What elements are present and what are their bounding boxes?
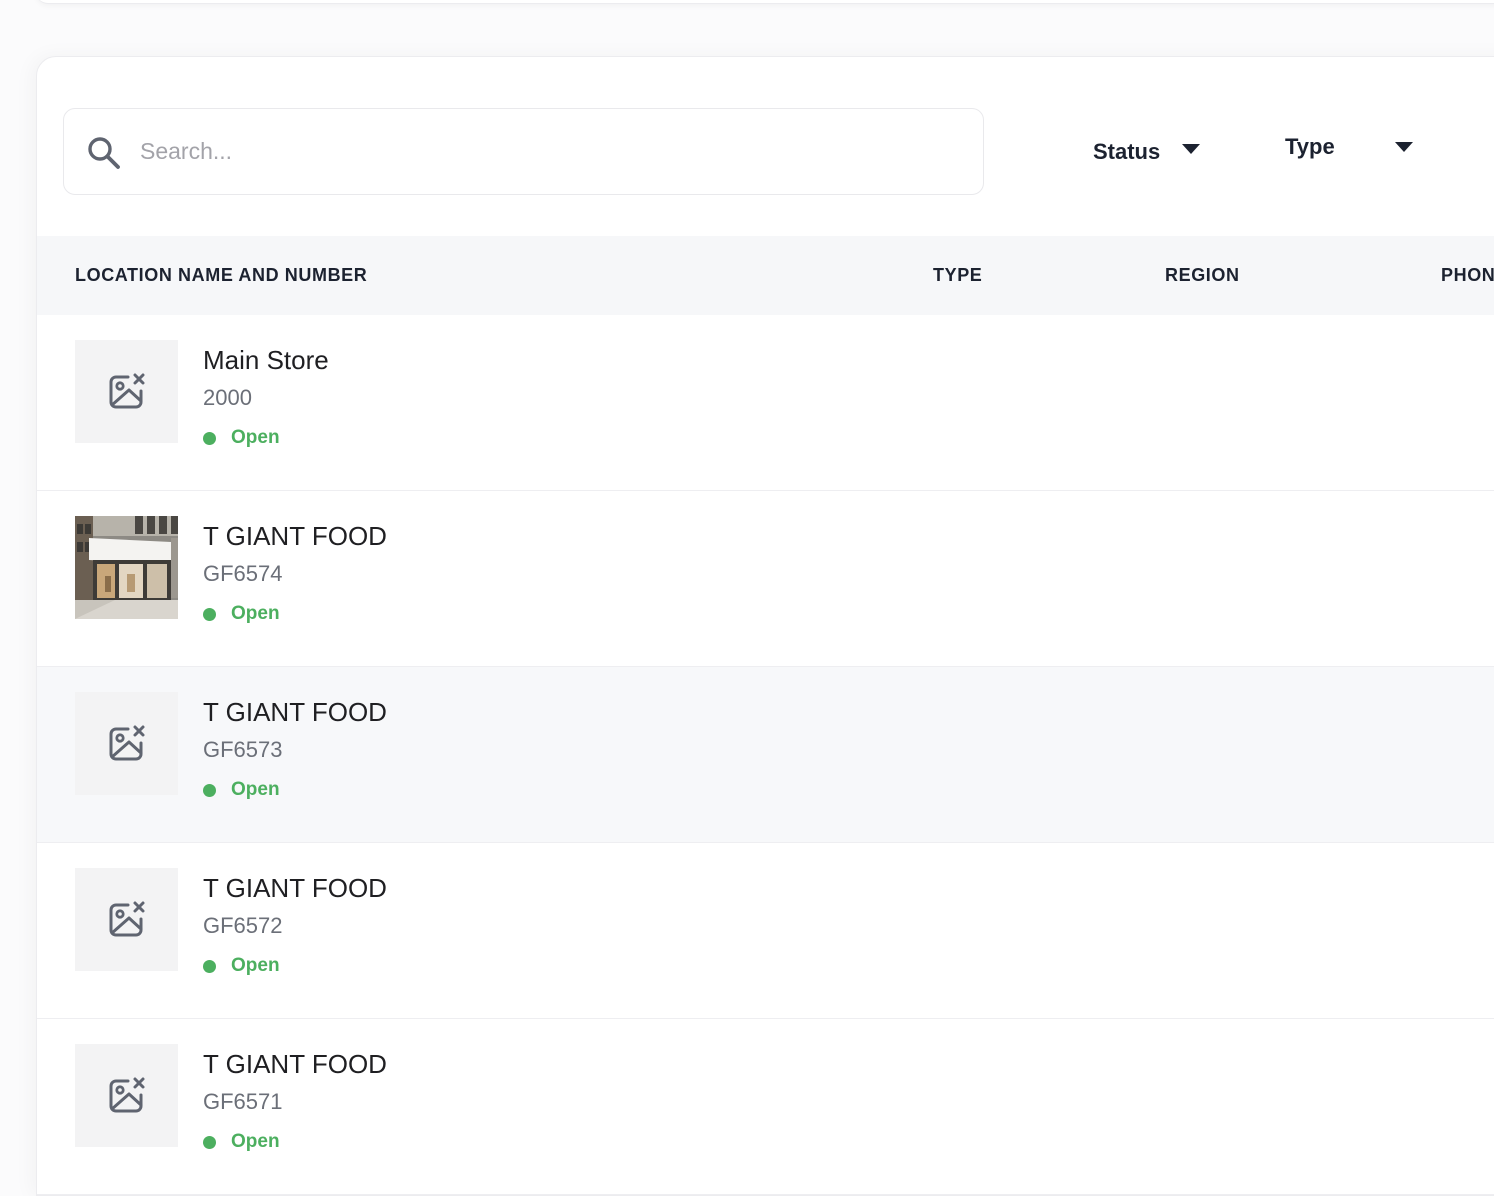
no-image-icon [109,1077,144,1112]
location-number: GF6574 [203,561,283,586]
status-filter-label: Status [1093,139,1161,164]
status-dot-icon [203,431,216,445]
column-header-region[interactable]: REGION [1165,265,1240,286]
location-thumbnail [75,516,178,619]
location-thumbnail [75,1044,178,1147]
status-dot-icon [203,783,216,797]
table-row[interactable]: T GIANT FOOD GF6574 Open [37,491,1494,667]
status-filter-dropdown[interactable]: Status [1093,139,1201,165]
no-image-icon [109,373,144,408]
location-thumbnail [75,340,178,443]
status-label: Open [231,427,280,448]
location-number: 2000 [203,385,252,410]
status-badge: Open [203,955,280,977]
top-card [36,0,1494,4]
status-label: Open [231,779,280,800]
location-name[interactable]: T GIANT FOOD [203,1049,387,1080]
status-badge: Open [203,1131,280,1153]
location-number: GF6573 [203,737,283,762]
status-label: Open [231,603,280,624]
status-label: Open [231,955,280,976]
status-dot-icon [203,1135,216,1149]
caret-down-icon [1394,142,1413,152]
status-dot-icon [203,959,216,973]
caret-down-icon [1182,144,1201,154]
location-name[interactable]: T GIANT FOOD [203,521,387,552]
column-header-phone[interactable]: PHON [1441,265,1494,286]
column-header-type[interactable]: TYPE [933,265,982,286]
locations-panel: Status Type LOCATION NAME AND NUMBER TYP… [36,56,1494,1196]
status-label: Open [231,1131,280,1152]
location-name[interactable]: Main Store [203,345,329,376]
table-row[interactable]: T GIANT FOOD GF6572 Open [37,843,1494,1019]
no-image-icon [109,725,144,760]
search-icon [88,137,120,169]
status-badge: Open [203,603,280,625]
type-filter-dropdown[interactable]: Type [1285,134,1413,160]
no-image-icon [109,901,144,936]
storefront-photo [75,516,178,619]
table-row[interactable]: Main Store 2000 Open [37,315,1494,491]
location-thumbnail [75,868,178,971]
table-row[interactable]: T GIANT FOOD GF6573 Open [37,667,1494,843]
table-row[interactable]: T GIANT FOOD GF6571 Open [37,1019,1494,1195]
column-header-location[interactable]: LOCATION NAME AND NUMBER [75,265,367,286]
status-badge: Open [203,779,280,801]
type-filter-label: Type [1285,134,1335,159]
location-number: GF6571 [203,1089,283,1114]
status-dot-icon [203,607,216,621]
location-number: GF6572 [203,913,283,938]
table-header: LOCATION NAME AND NUMBER TYPE REGION PHO… [37,236,1494,315]
search-box[interactable] [63,108,984,195]
location-thumbnail [75,692,178,795]
location-name[interactable]: T GIANT FOOD [203,697,387,728]
location-name[interactable]: T GIANT FOOD [203,873,387,904]
search-input[interactable] [138,131,958,171]
status-badge: Open [203,427,280,449]
